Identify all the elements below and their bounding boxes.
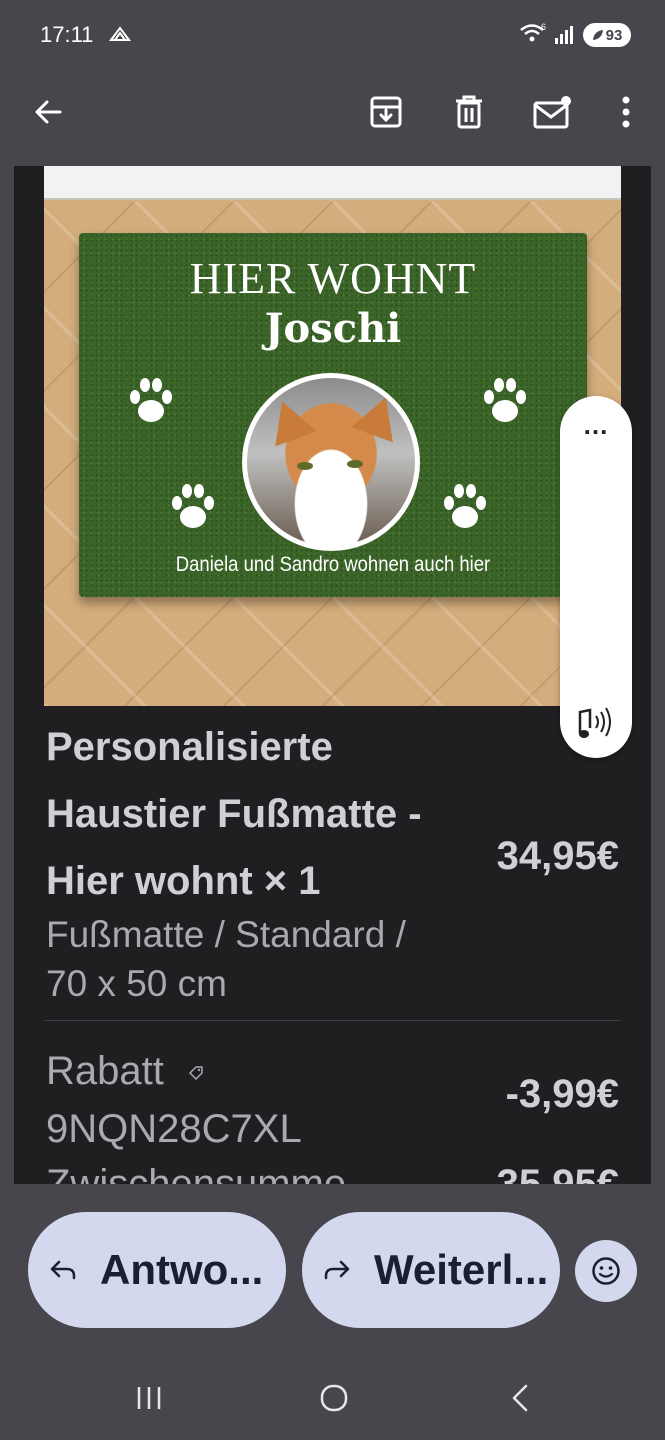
subtotal-label: Zwischensumme	[46, 1162, 347, 1184]
discount-code: 9NQN28C7XL	[46, 1107, 302, 1151]
email-toolbar	[0, 68, 665, 164]
battery-level: 93	[605, 26, 623, 44]
archive-icon[interactable]	[364, 90, 408, 134]
delete-icon[interactable]	[447, 90, 491, 134]
discount-label-text: Rabatt	[46, 1049, 164, 1093]
subtotal-value: 35,95€	[496, 1162, 619, 1184]
tag-icon	[188, 1066, 203, 1081]
wifi-icon: 6	[520, 22, 546, 42]
home-icon[interactable]	[304, 1370, 364, 1426]
forward-icon	[322, 1255, 352, 1285]
product-name: Personalisierte Haustier Fußmatte - Hier…	[46, 725, 422, 903]
wifi-badge: 6	[541, 22, 546, 32]
reply-icon	[48, 1255, 78, 1285]
status-bar: 17:11 6 93	[0, 0, 665, 68]
forward-button[interactable]: Weiterl...	[302, 1212, 560, 1328]
system-nav-bar	[0, 1354, 665, 1440]
forward-label: Weiterl...	[374, 1246, 549, 1293]
mat-title: HIER WOHNT	[189, 254, 477, 303]
product-variant: Fußmatte / Standard / 70 x 50 cm	[46, 914, 406, 1004]
battery-saver-icon	[592, 30, 603, 40]
wall	[44, 166, 621, 200]
recent-apps-icon[interactable]	[119, 1370, 179, 1426]
cat-ear	[351, 389, 407, 443]
product-image[interactable]: HIER WOHNT Joschi Daniela und Sandro woh…	[44, 166, 621, 706]
paw-icon	[172, 484, 214, 528]
read-aloud-icon[interactable]	[574, 704, 618, 740]
reply-button[interactable]: Antwo...	[28, 1212, 286, 1328]
signal-icon	[555, 26, 573, 44]
emoji-icon	[592, 1257, 620, 1285]
more-vert-icon[interactable]	[604, 90, 648, 134]
app-notification-icon	[109, 26, 131, 41]
emoji-reaction-button[interactable]	[575, 1240, 637, 1302]
mat-footer-text: Daniela und Sandro wohnen auch hier	[175, 553, 491, 576]
battery-icon: 93	[583, 23, 631, 47]
paw-icon	[444, 484, 486, 528]
doormat: HIER WOHNT Joschi Daniela und Sandro woh…	[79, 233, 587, 597]
status-time: 17:11	[40, 22, 94, 47]
discount-value: -3,99€	[505, 1072, 619, 1116]
paw-icon	[484, 378, 526, 422]
cat-eye	[297, 462, 313, 470]
paw-icon	[130, 378, 172, 422]
cat-photo	[242, 373, 420, 551]
more-horiz-icon[interactable]: ...	[560, 410, 632, 441]
back-icon[interactable]	[490, 1370, 550, 1426]
discount-label: Rabatt	[46, 1046, 203, 1096]
divider	[44, 1020, 621, 1021]
email-body[interactable]: HIER WOHNT Joschi Daniela und Sandro woh…	[14, 166, 651, 1184]
mat-pet-name: Joschi	[264, 305, 402, 352]
mark-unread-icon[interactable]	[531, 90, 575, 134]
cat-eye	[347, 460, 363, 468]
cat-ear	[261, 393, 317, 447]
reply-label: Antwo...	[100, 1246, 264, 1293]
floating-action-panel[interactable]: ...	[560, 396, 632, 758]
back-arrow-icon[interactable]	[26, 90, 70, 134]
product-price: 34,95€	[496, 834, 619, 878]
